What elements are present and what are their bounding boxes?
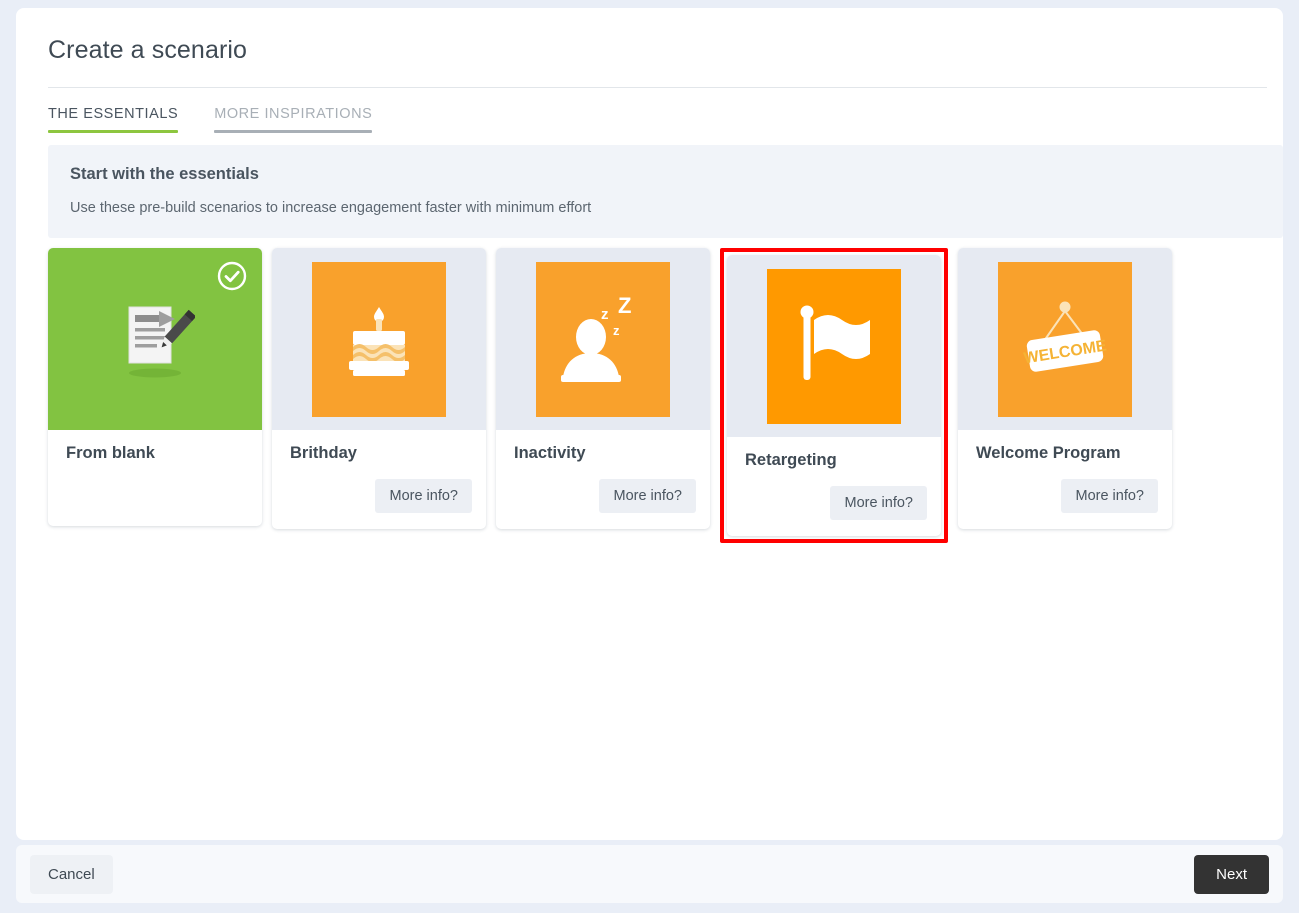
card-thumbnail-inactivity: Z z z xyxy=(496,248,710,430)
svg-text:z: z xyxy=(601,306,609,323)
thumb-tile-inactivity: Z z z xyxy=(536,261,670,417)
more-info-button-brithday[interactable]: More info? xyxy=(375,479,472,513)
tab-inactive-underline xyxy=(214,130,373,133)
create-scenario-panel: Create a scenario THE ESSENTIALS MORE IN… xyxy=(16,8,1283,840)
card-actions-retargeting: More info? xyxy=(745,486,927,520)
cancel-button[interactable]: Cancel xyxy=(30,854,113,894)
sleeping-person-icon: Z z z xyxy=(561,293,631,382)
card-thumbnail-welcome-program: WELCOME xyxy=(958,248,1172,430)
card-body-brithday: Brithday More info? xyxy=(272,430,486,529)
card-title-retargeting: Retargeting xyxy=(745,451,837,469)
card-body-retargeting: Retargeting More info? xyxy=(727,437,941,536)
welcome-sign-icon: WELCOME xyxy=(1023,301,1108,372)
card-actions-inactivity: More info? xyxy=(514,479,696,513)
card-body-inactivity: Inactivity More info? xyxy=(496,430,710,529)
more-info-button-retargeting[interactable]: More info? xyxy=(830,486,927,520)
tab-active-underline xyxy=(48,130,179,133)
thumb-tile-brithday xyxy=(312,261,446,417)
banner-title: Start with the essentials xyxy=(70,165,259,183)
banner-subtitle: Use these pre-build scenarios to increas… xyxy=(70,200,592,216)
app-viewport: Create a scenario THE ESSENTIALS MORE IN… xyxy=(0,0,1299,913)
page-title: Create a scenario xyxy=(48,36,248,64)
card-body-from-blank: From blank xyxy=(48,430,262,526)
tab-bar: THE ESSENTIALS MORE INSPIRATIONS xyxy=(32,88,1267,133)
card-actions-brithday: More info? xyxy=(290,479,472,513)
document-pencil-icon xyxy=(128,306,195,378)
birthday-cake-icon xyxy=(349,307,409,376)
next-button[interactable]: Next xyxy=(1194,854,1269,894)
scenario-card-list: From blank Brithday More info? Z z z Ina… xyxy=(32,238,1267,543)
scenario-card-brithday[interactable]: Brithday More info? xyxy=(272,248,486,529)
card-slot-welcome-program: WELCOME Welcome Program More info? xyxy=(958,248,1172,529)
scenario-card-retargeting[interactable]: Retargeting More info? xyxy=(727,255,941,536)
card-slot-brithday: Brithday More info? xyxy=(272,248,486,529)
scenario-card-welcome-program[interactable]: WELCOME Welcome Program More info? xyxy=(958,248,1172,529)
card-slot-retargeting: Retargeting More info? xyxy=(720,248,948,543)
tab-the-essentials[interactable]: THE ESSENTIALS xyxy=(48,106,179,133)
card-slot-inactivity: Z z z Inactivity More info? xyxy=(496,248,710,529)
card-slot-from-blank: From blank xyxy=(48,248,262,526)
card-actions-welcome-program: More info? xyxy=(976,479,1158,513)
tab-more-inspirations[interactable]: MORE INSPIRATIONS xyxy=(214,106,373,133)
card-title-from-blank: From blank xyxy=(66,444,155,462)
thumb-tile-retargeting xyxy=(767,268,901,424)
card-title-inactivity: Inactivity xyxy=(514,444,586,462)
more-info-button-welcome-program[interactable]: More info? xyxy=(1061,479,1158,513)
scenario-card-inactivity[interactable]: Z z z Inactivity More info? xyxy=(496,248,710,529)
card-thumbnail-retargeting xyxy=(727,255,941,437)
card-thumbnail-from-blank xyxy=(48,248,262,430)
flag-icon xyxy=(800,305,870,380)
card-title-brithday: Brithday xyxy=(290,444,357,462)
more-info-button-inactivity[interactable]: More info? xyxy=(599,479,696,513)
tab-the-essentials-label: THE ESSENTIALS xyxy=(48,106,179,122)
scenario-card-from-blank[interactable]: From blank xyxy=(48,248,262,526)
check-circle-icon xyxy=(217,261,247,291)
thumb-tile-welcome-program: WELCOME xyxy=(998,261,1132,417)
card-title-welcome-program: Welcome Program xyxy=(976,444,1121,462)
tab-more-inspirations-label: MORE INSPIRATIONS xyxy=(214,106,373,122)
essentials-banner: Start with the essentials Use these pre-… xyxy=(48,145,1283,238)
card-body-welcome-program: Welcome Program More info? xyxy=(958,430,1172,529)
svg-text:z: z xyxy=(613,323,620,338)
card-thumbnail-brithday xyxy=(272,248,486,430)
dialog-footer: Cancel Next xyxy=(16,845,1283,903)
svg-text:Z: Z xyxy=(618,293,631,318)
